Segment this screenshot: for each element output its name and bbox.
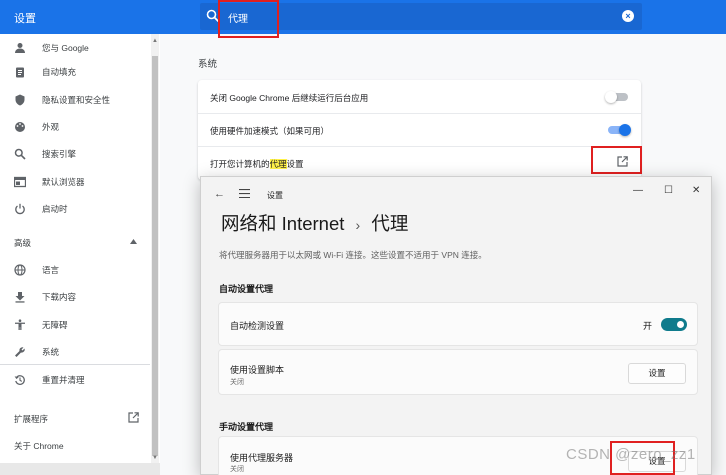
sidebar-item-label: 隐私设置和安全性	[42, 94, 111, 105]
close-icon[interactable]: ✕	[692, 185, 700, 196]
proxy-server-label: 使用代理服务器	[230, 453, 294, 463]
breadcrumb-parent[interactable]: 网络和 Internet	[221, 213, 344, 234]
annotation-highlight-search	[218, 0, 279, 38]
scroll-down-icon[interactable]: ▼	[151, 455, 159, 463]
wrench-icon	[15, 346, 25, 357]
sidebar-item-label: 您与 Google	[42, 42, 89, 53]
sidebar-item-label: 外观	[42, 121, 60, 132]
section-title-system: 系统	[198, 59, 218, 70]
shield-icon	[15, 94, 25, 105]
scroll-up-icon[interactable]: ▲	[151, 38, 159, 46]
sidebar-divider	[0, 364, 150, 365]
minimize-icon[interactable]: —	[633, 185, 643, 196]
proxy-row-highlight: 代理	[269, 159, 287, 169]
sidebar-advanced-label: 高级	[14, 238, 32, 248]
sidebar-item-autofill[interactable]: 自动填充	[0, 58, 150, 85]
browser-icon	[14, 176, 26, 187]
reset-icon	[14, 374, 25, 385]
breadcrumb: 网络和 Internet › 代理	[221, 210, 408, 236]
page-description: 将代理服务器用于以太网或 Wi-Fi 连接。这些设置不适用于 VPN 连接。	[219, 250, 487, 260]
toggle-knob	[605, 91, 617, 103]
manual-proxy-heading: 手动设置代理	[219, 422, 274, 432]
sidebar-item-label: 默认浏览器	[42, 176, 85, 187]
app-title: 设置	[14, 13, 36, 25]
power-icon	[15, 203, 25, 214]
auto-proxy-heading: 自动设置代理	[219, 284, 274, 294]
sidebar-item-label: 扩展程序	[14, 414, 49, 424]
sidebar-item-reset[interactable]: 重置并清理	[0, 366, 150, 393]
sidebar-item-label: 启动时	[42, 203, 68, 214]
auto-detect-label: 自动检测设置	[230, 321, 285, 331]
background-apps-toggle[interactable]	[605, 91, 628, 103]
clear-search-icon[interactable]: ×	[622, 10, 634, 22]
sidebar-item-extensions[interactable]: 扩展程序	[14, 413, 48, 425]
sidebar-item-appearance[interactable]: 外观	[0, 113, 150, 140]
sidebar-item-label: 下载内容	[42, 291, 77, 302]
sidebar-item-label: 无障碍	[42, 319, 68, 330]
setup-script-card: 使用设置脚本 关闭 设置	[218, 349, 698, 395]
person-icon	[15, 42, 25, 53]
horizontal-scrollbar[interactable]	[0, 463, 160, 475]
sidebar-item-label: 语言	[42, 264, 60, 275]
sidebar-item-label: 搜索引擎	[42, 148, 77, 159]
proxy-server-status: 关闭	[230, 466, 244, 473]
proxy-row-prefix: 打开您计算机的	[210, 159, 270, 169]
accessibility-icon	[15, 318, 25, 330]
open-external-icon[interactable]	[617, 156, 628, 167]
sidebar-advanced-toggle[interactable]: 高级	[14, 237, 31, 249]
sidebar-item-label: 自动填充	[42, 66, 77, 77]
chevron-up-icon[interactable]	[130, 239, 137, 244]
sidebar-scrollbar-thumb[interactable]	[152, 56, 158, 456]
hardware-acceleration-toggle[interactable]	[608, 124, 631, 136]
sidebar-item-accessibility[interactable]: 无障碍	[0, 311, 150, 338]
sidebar-item-downloads[interactable]: 下载内容	[0, 283, 150, 310]
watermark: CSDN @zero_zz1	[566, 446, 696, 463]
page-title: 代理	[371, 213, 409, 234]
sidebar-item-label: 关于 Chrome	[14, 441, 64, 451]
sidebar-item-label: 重置并清理	[42, 374, 85, 385]
setup-script-status: 关闭	[230, 379, 244, 386]
back-arrow-icon[interactable]: ←	[214, 188, 225, 200]
globe-icon	[14, 263, 26, 276]
chevron-right-icon: ›	[355, 217, 361, 233]
auto-detect-card: 自动检测设置 开	[218, 302, 698, 346]
sidebar-item-languages[interactable]: 语言	[0, 256, 150, 283]
maximize-icon[interactable]: ☐	[664, 185, 673, 196]
windows-settings-window: ← 设置 — ☐ ✕ 网络和 Internet › 代理 将代理服务器用于以太网…	[200, 176, 712, 475]
sidebar-item-you-and-google[interactable]: 您与 Google	[0, 34, 150, 61]
system-settings-card: 关闭 Google Chrome 后继续运行后台应用 使用硬件加速模式（如果可用…	[198, 80, 641, 180]
sidebar-item-system[interactable]: 系统	[0, 338, 150, 365]
window-title: 设置	[267, 191, 283, 200]
setup-script-label: 使用设置脚本	[230, 365, 285, 375]
hamburger-menu-icon[interactable]	[239, 189, 250, 198]
sidebar-item-label: 系统	[42, 346, 60, 357]
open-proxy-settings-row[interactable]: 打开您计算机的代理设置	[210, 158, 304, 170]
sidebar-item-privacy[interactable]: 隐私设置和安全性	[0, 86, 150, 113]
clipboard-icon	[16, 67, 24, 77]
hardware-acceleration-label: 使用硬件加速模式（如果可用）	[210, 126, 330, 136]
proxy-row-suffix: 设置	[286, 159, 304, 169]
sidebar-item-on-startup[interactable]: 启动时	[0, 195, 150, 222]
download-icon	[15, 291, 25, 303]
toggle-knob	[619, 124, 631, 136]
palette-icon	[15, 121, 25, 132]
setup-script-button[interactable]: 设置	[628, 363, 686, 384]
search-icon	[14, 148, 26, 160]
external-link-icon[interactable]	[128, 412, 139, 423]
background-apps-label: 关闭 Google Chrome 后继续运行后台应用	[210, 93, 369, 103]
row-divider	[198, 113, 641, 114]
toggle-knob	[677, 321, 684, 328]
sidebar-item-default-browser[interactable]: 默认浏览器	[0, 168, 150, 195]
sidebar-item-search-engine[interactable]: 搜索引擎	[0, 140, 150, 167]
auto-detect-state: 开	[643, 321, 653, 331]
sidebar-item-about-chrome[interactable]: 关于 Chrome	[14, 440, 64, 452]
auto-detect-toggle[interactable]	[661, 318, 687, 331]
row-divider	[198, 146, 641, 147]
